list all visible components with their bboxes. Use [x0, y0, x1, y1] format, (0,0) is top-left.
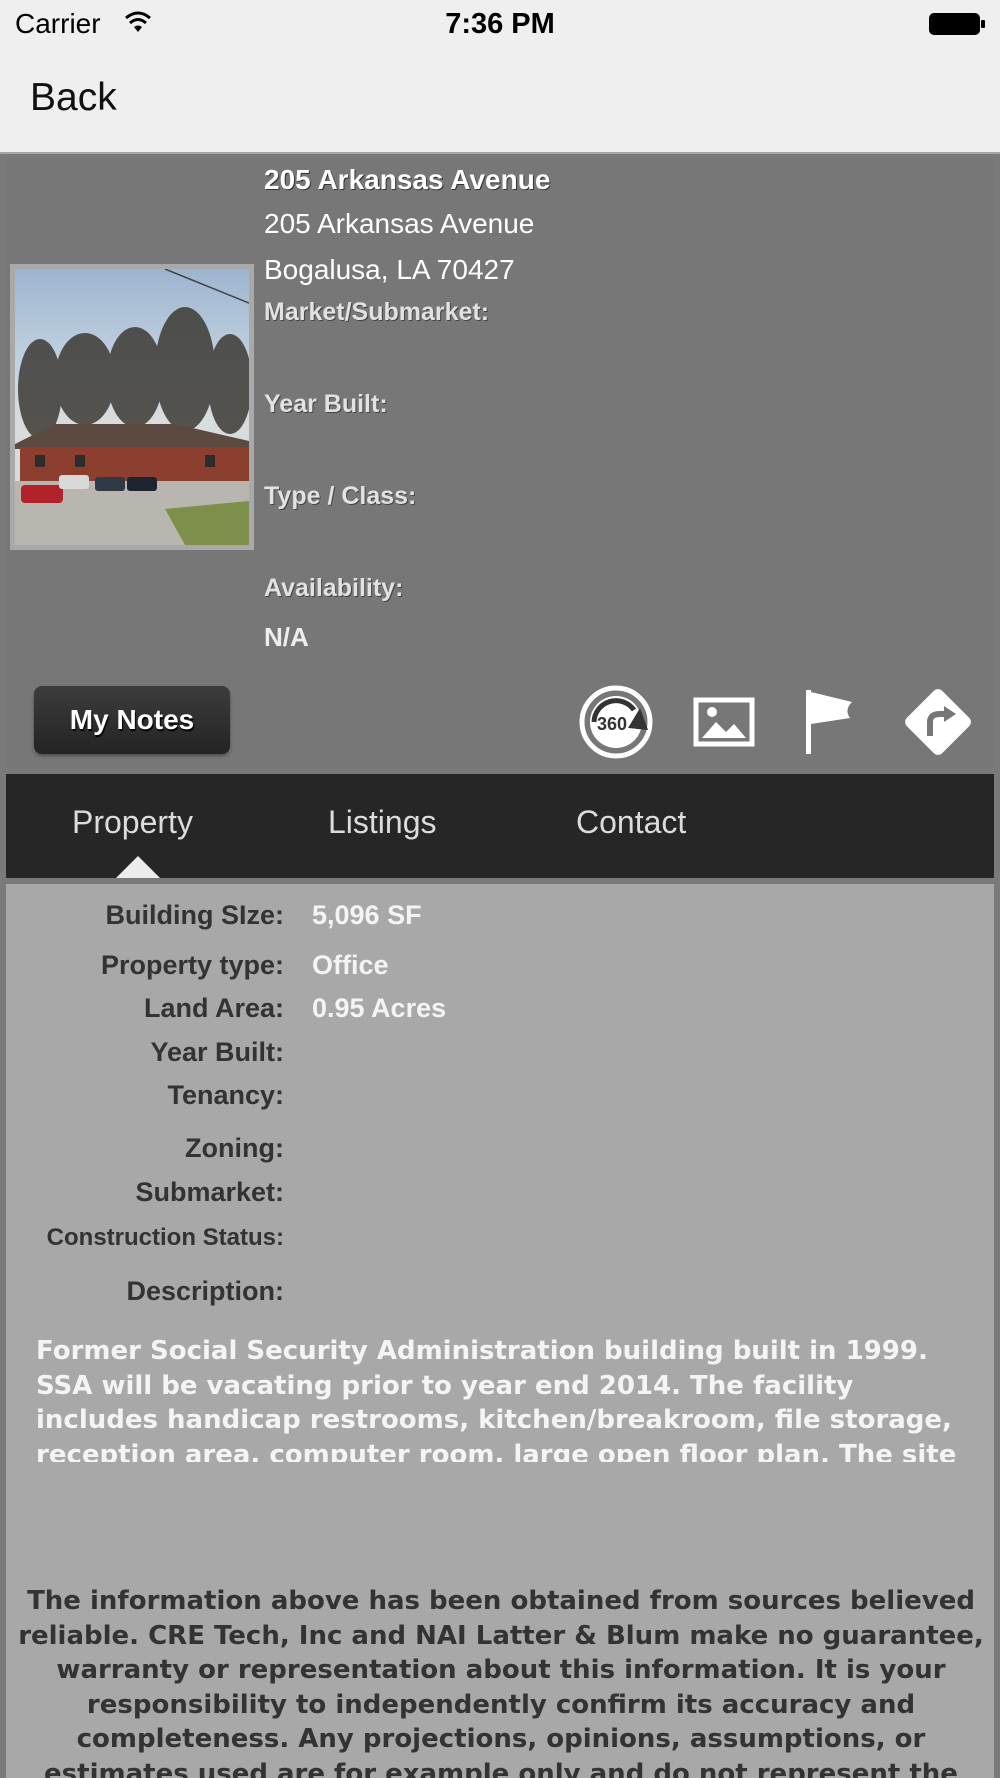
zoning-label: Zoning:: [185, 1133, 284, 1163]
tab-bar: Property Listings Contact: [6, 774, 994, 878]
year-built-label: Year Built:: [264, 390, 388, 418]
back-button[interactable]: Back: [30, 76, 117, 120]
tab-listings[interactable]: Listings: [328, 804, 437, 841]
property-header: 205 Arkansas Avenue 205 Arkansas Avenue …: [6, 158, 994, 768]
status-time: 7:36 PM: [445, 8, 555, 40]
tab-property[interactable]: Property: [72, 804, 193, 841]
gallery-icon[interactable]: [686, 684, 762, 760]
availability-label: Availability:: [264, 574, 404, 602]
status-bar: Carrier 7:36 PM: [0, 0, 1000, 52]
submarket-label: Submarket:: [135, 1177, 284, 1207]
property-type-label: Property type:: [100, 950, 284, 980]
directions-icon[interactable]: [900, 684, 976, 760]
building-size-label: Building SIze:: [105, 900, 285, 930]
property-name: 205 Arkansas Avenue: [264, 164, 551, 195]
property-photo-frame[interactable]: [10, 264, 254, 550]
tenancy-label: Tenancy:: [167, 1080, 284, 1110]
type-class-label: Type / Class:: [264, 482, 417, 510]
market-submarket-label: Market/Submarket:: [264, 298, 490, 326]
360-label: 360: [597, 714, 627, 734]
land-area-label: Land Area:: [143, 993, 284, 1023]
address-line-2: Bogalusa, LA 70427: [264, 254, 515, 285]
description-label: Description:: [126, 1276, 284, 1306]
battery-icon: [929, 13, 985, 35]
flag-icon[interactable]: [792, 684, 868, 760]
land-area-value: 0.95 Acres: [312, 993, 447, 1023]
address-line-1: 205 Arkansas Avenue: [264, 208, 535, 239]
tab-contact[interactable]: Contact: [576, 804, 686, 841]
my-notes-button[interactable]: My Notes: [34, 686, 230, 754]
year-built-detail-label: Year Built:: [150, 1037, 284, 1067]
property-type-value: Office: [312, 950, 389, 980]
navigation-bar: Back: [0, 52, 1000, 154]
disclaimer-text: The information above has been obtained …: [18, 1586, 984, 1778]
description-text: Former Social Security Administration bu…: [36, 1336, 957, 1462]
property-details: Building SIze: 5,096 SF Property type: O…: [6, 884, 994, 1778]
selected-tab-indicator: [116, 856, 160, 878]
availability-value: N/A: [264, 622, 309, 652]
construction-status-label: Construction Status:: [46, 1224, 284, 1251]
building-size-value: 5,096 SF: [312, 900, 422, 930]
360-view-icon[interactable]: 360: [578, 684, 654, 760]
property-photo: [15, 269, 249, 545]
